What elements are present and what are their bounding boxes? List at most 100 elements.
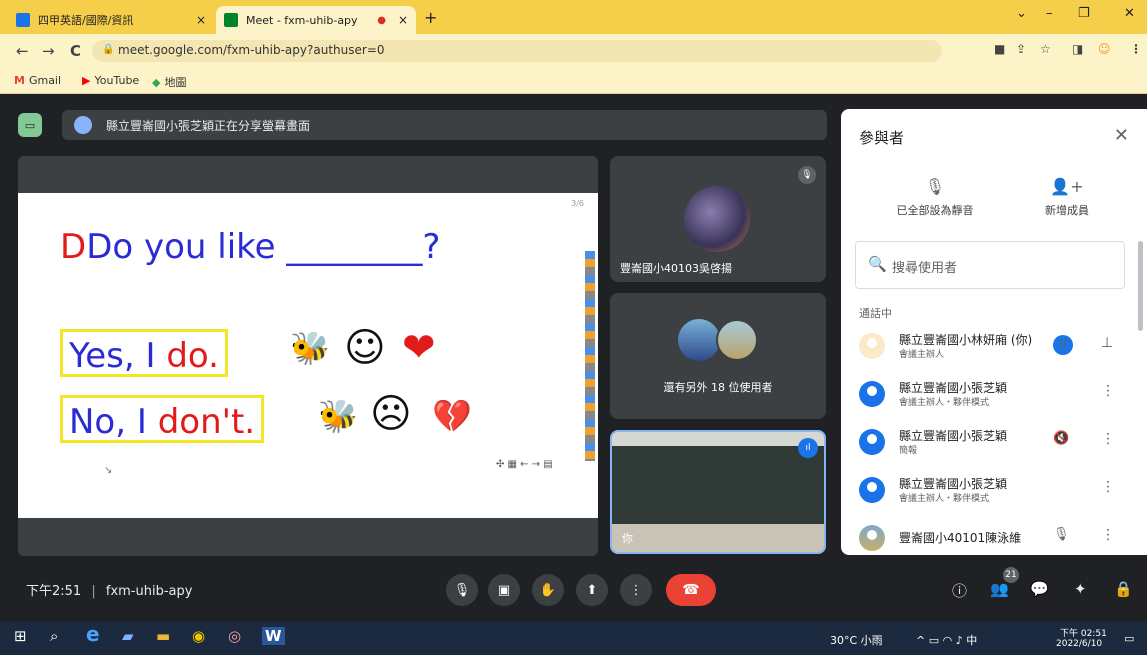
participant-row[interactable]: 縣立豐崙國小張芝穎 會議主辦人・夥伴模式 ⋮ (841, 373, 1141, 417)
more-participants-label: 還有另外 18 位使用者 (663, 381, 773, 394)
camera-button[interactable]: ▣ (488, 574, 520, 606)
search-icon: 🔍 (868, 255, 887, 273)
folder-icon[interactable]: ▬ (156, 627, 170, 645)
add-person-icon: 👤+ (1050, 177, 1084, 196)
word-icon[interactable]: W (262, 627, 285, 645)
yes-answer-box: Yes, I do. (60, 329, 228, 377)
participant-row[interactable]: 縣立豐崙國小張芝穎 簡報 🔇 ⋮ (841, 421, 1141, 465)
reload-button[interactable]: C (70, 42, 81, 60)
more-options-button[interactable]: ⋮ (620, 574, 652, 606)
no-prefix: No, I (69, 402, 158, 442)
gmail-icon: M (14, 74, 25, 87)
panel-scrollbar[interactable] (1138, 241, 1143, 331)
internet-explorer-icon[interactable]: e (86, 622, 100, 646)
participant-role: 會議主辦人・夥伴模式 (899, 398, 990, 408)
participant-row[interactable]: 縣立豐崙國小張芝穎 會議主辦人・夥伴模式 ⋮ (841, 469, 1141, 513)
address-bar[interactable]: 🔒 meet.google.com/fxm-uhib-apy?authuser=… (92, 40, 942, 62)
mute-all-icon: 🎙 (924, 177, 946, 196)
lock-icon[interactable]: 🔒 (102, 44, 114, 55)
mute-all-button[interactable]: 🎙 已全部設為靜音 (875, 177, 995, 218)
profile-avatar-icon[interactable]: ☺ (1098, 42, 1111, 56)
tab-search-icon[interactable]: ⌄ (1016, 6, 1027, 21)
bookmark-label: YouTube (94, 74, 140, 87)
tab-close-icon[interactable]: × (398, 13, 408, 27)
add-people-button[interactable]: 👤+ 新增成員 (1007, 177, 1127, 218)
search-people-input[interactable]: 🔍 搜尋使用者 (855, 241, 1125, 289)
search-icon[interactable]: ⌕ (50, 627, 58, 645)
bookmark-youtube[interactable]: ▶ YouTube (82, 74, 139, 87)
in-call-section-label: 通話中 (859, 307, 892, 320)
notification-icon[interactable]: ▭ (1124, 632, 1134, 645)
avatar (859, 333, 885, 359)
taskbar-time[interactable]: 下午 02:51 (1060, 626, 1107, 639)
participant-role: 會議主辦人 (899, 350, 945, 360)
people-icon[interactable]: 👥 (990, 580, 1009, 598)
participant-avatar (684, 186, 750, 252)
more-options-icon[interactable]: ⋮ (1101, 431, 1115, 447)
frown-face-icon: ☹ (370, 391, 412, 437)
new-tab-button[interactable]: + (424, 8, 437, 27)
maps-icon: ◆ (152, 75, 161, 89)
chrome-icon[interactable]: ◉ (192, 627, 205, 645)
slide-page-indicator: 3/6 (571, 199, 584, 208)
meeting-time: 下午2:51 (26, 584, 82, 599)
more-options-icon[interactable]: ⋮ (1101, 479, 1115, 495)
heart-icon: ❤ (402, 325, 436, 371)
slide-navigation-widget[interactable]: ✣ ▦ ← → ▤ (496, 459, 553, 470)
chat-icon[interactable]: 💬 (1030, 580, 1049, 598)
question-blank: ________? (286, 227, 441, 267)
participant-avatar (716, 319, 758, 361)
avatar (859, 429, 885, 455)
chrome-profile-icon[interactable]: ◎ (228, 627, 241, 645)
tab-classroom[interactable]: 四甲英語/國際/資訊 × (8, 6, 214, 34)
bee-icon: 🐝 (318, 397, 358, 435)
tab-title: 四甲英語/國際/資訊 (38, 14, 134, 27)
system-tray-icons[interactable]: ^ ▭ ◠ ♪ 中 (916, 632, 977, 648)
close-window-button[interactable]: ✕ (1124, 6, 1135, 21)
audio-off-icon: 🔇 (1053, 431, 1070, 446)
taskbar-date[interactable]: 2022/6/10 (1056, 639, 1102, 649)
participant-row[interactable]: 豐崙國小40101陳泳維 🎙 ⋮ (841, 517, 1141, 555)
bookmark-gmail[interactable]: M Gmail (14, 74, 61, 87)
restore-button[interactable]: ❐ (1078, 6, 1090, 21)
host-controls-icon[interactable]: 🔒 (1114, 580, 1133, 598)
participant-name: 豐崙國小40103吳啓揚 (620, 262, 732, 275)
yes-red: do. (166, 336, 219, 376)
share-icon[interactable]: ⇪ (1016, 42, 1026, 56)
meeting-details-icon[interactable]: ⓘ (952, 580, 967, 601)
pin-icon[interactable]: ⊥ (1101, 335, 1113, 351)
minimize-button[interactable]: – (1046, 6, 1053, 21)
self-name: 你 (622, 532, 633, 545)
participant-row[interactable]: 縣立豐崙國小林妍廂 (你) 會議主辦人 ıl ⊥ (841, 325, 1141, 369)
present-button[interactable]: ⬆ (576, 574, 608, 606)
more-participants-tile[interactable]: 還有另外 18 位使用者 (610, 293, 826, 419)
tab-title: Meet - fxm-uhib-apy (246, 13, 358, 27)
close-panel-icon[interactable]: ✕ (1114, 125, 1129, 146)
activities-icon[interactable]: ✦ (1074, 580, 1087, 598)
more-options-icon[interactable]: ⋮ (1101, 527, 1115, 543)
more-options-icon[interactable]: ⋮ (1101, 383, 1115, 399)
bookmark-star-icon[interactable]: ☆ (1040, 42, 1051, 56)
participant-role: 簡報 (899, 446, 918, 456)
side-panel-icon[interactable]: ◨ (1072, 42, 1083, 56)
leave-call-button[interactable]: ☎ (666, 574, 716, 606)
tab-meet[interactable]: Meet - fxm-uhib-apy ● × (216, 6, 416, 34)
browser-menu-icon[interactable]: ⋮ (1130, 42, 1142, 56)
tab-close-icon[interactable]: × (196, 13, 206, 27)
speaking-indicator-icon: ıl (798, 438, 818, 458)
raise-hand-button[interactable]: ✋ (532, 574, 564, 606)
bookmark-maps[interactable]: ◆ 地圖 (152, 74, 186, 90)
forward-button[interactable]: → (42, 42, 55, 60)
self-video-tile[interactable]: ıl 你 (610, 430, 826, 554)
screen-share-icon[interactable]: ▭ (18, 113, 42, 137)
start-icon[interactable]: ⊞ (14, 627, 27, 645)
slide-toolbar[interactable] (585, 251, 595, 461)
meeting-code: fxm-uhib-apy (105, 584, 193, 599)
microphone-button[interactable]: 🎙 (446, 574, 478, 606)
camera-icon[interactable]: ■ (994, 42, 1005, 56)
weather-widget[interactable]: 30°C 小雨 (830, 632, 883, 648)
back-button[interactable]: ← (16, 42, 29, 60)
file-explorer-icon[interactable]: ▰ (122, 627, 134, 645)
participant-tile[interactable]: 🎙 豐崙國小40103吳啓揚 (610, 156, 826, 282)
share-banner: 縣立豐崙國小張芝穎正在分享螢幕畫面 (62, 110, 827, 140)
